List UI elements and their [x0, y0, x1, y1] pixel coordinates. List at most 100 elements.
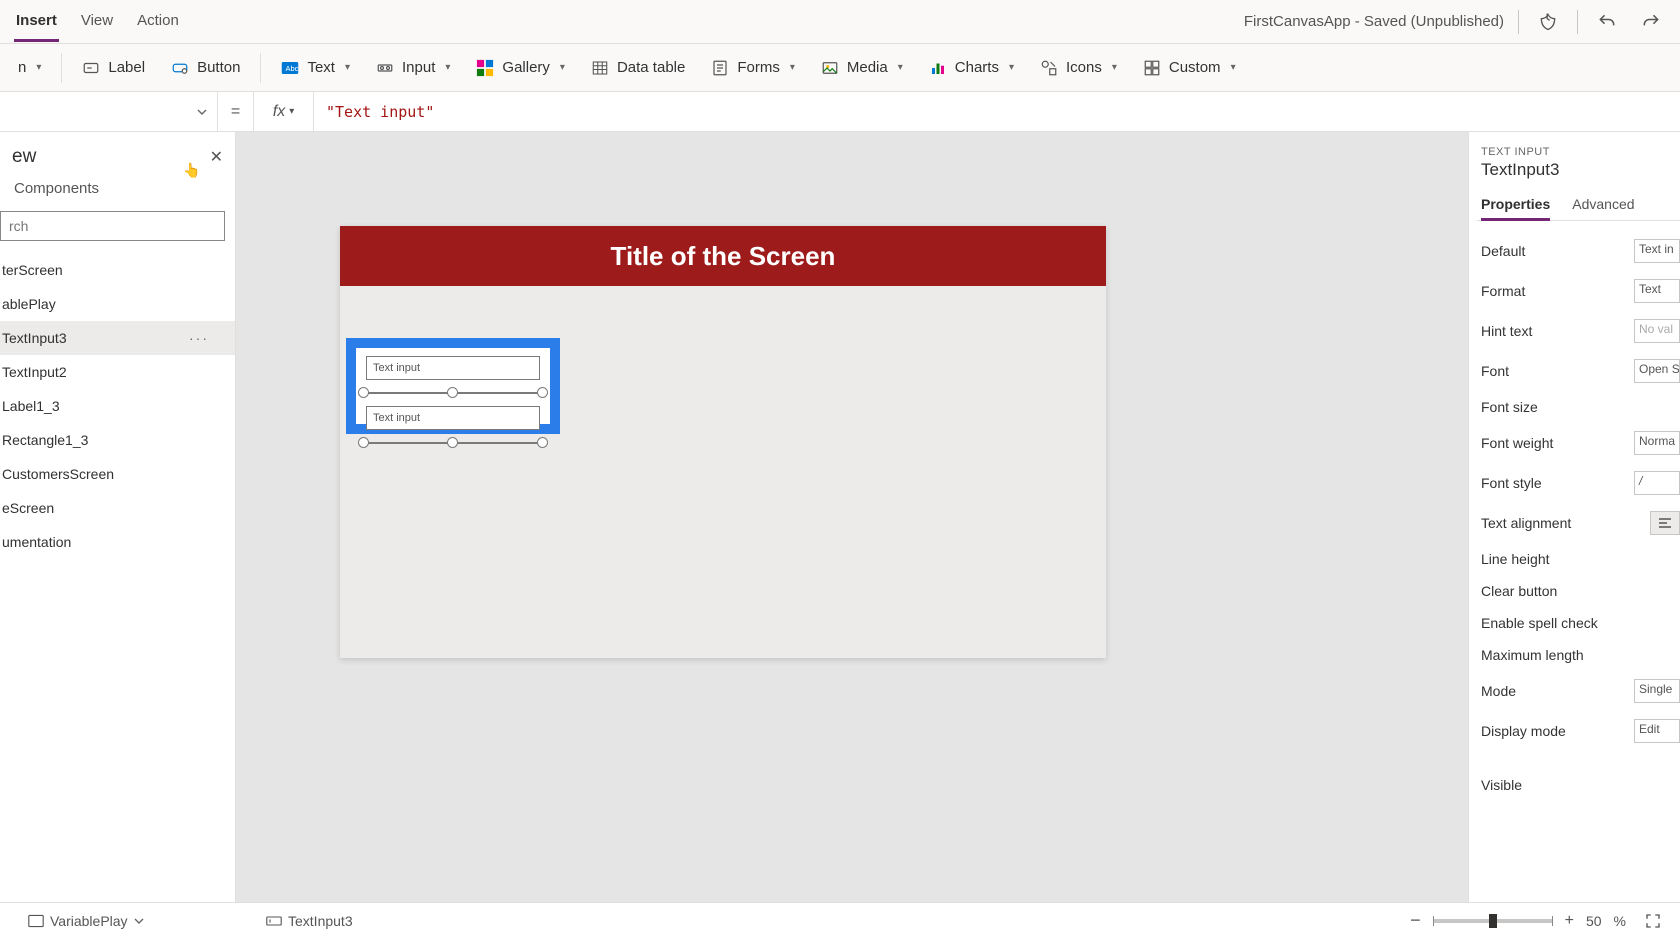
media-icon — [821, 59, 839, 77]
insert-charts-dropdown[interactable]: Charts▾ — [919, 53, 1024, 83]
tree-item[interactable]: Rectangle1_3 — [0, 423, 235, 457]
properties-tab[interactable]: Properties — [1481, 190, 1550, 221]
fit-to-window-icon[interactable] — [1638, 906, 1668, 936]
insert-label-button[interactable]: Label — [72, 53, 155, 83]
canvas-screen[interactable]: Title of the Screen Text input Text inpu… — [340, 226, 1106, 658]
fx-button[interactable]: fx▾ — [254, 92, 314, 131]
tree-item[interactable]: umentation — [0, 525, 235, 559]
prop-label: Visible — [1481, 777, 1522, 793]
separator — [1518, 10, 1519, 34]
text-input-control[interactable]: Text input — [366, 356, 540, 380]
prop-value-input[interactable]: No val — [1634, 319, 1680, 343]
prop-label: Text alignment — [1481, 515, 1571, 531]
tree-item[interactable]: eScreen — [0, 491, 235, 525]
insert-ribbon: n▾ Label Button Abc Text▾ Input▾ Gallery… — [0, 44, 1680, 92]
property-selector[interactable] — [0, 92, 218, 131]
insert-input-dropdown[interactable]: Input▾ — [366, 53, 460, 83]
input-icon — [376, 59, 394, 77]
prop-label: Enable spell check — [1481, 615, 1598, 631]
prop-label: Format — [1481, 283, 1525, 299]
close-icon[interactable]: ✕ — [210, 147, 223, 167]
prop-label: Font — [1481, 363, 1509, 379]
tree-view-title: ew — [12, 146, 36, 168]
breadcrumb-screen[interactable]: VariablePlay — [22, 911, 150, 931]
forms-icon — [711, 59, 729, 77]
tree-tab-components[interactable]: Components — [0, 176, 235, 207]
prop-label: Display mode — [1481, 723, 1566, 739]
selection-handles[interactable] — [366, 386, 540, 400]
insert-text-dropdown[interactable]: Abc Text▾ — [271, 53, 360, 83]
menu-bar: Insert View Action FirstCanvasApp - Save… — [0, 0, 1680, 44]
tree-view-panel: ew ✕ 👆 Components terScreen ablePlay Tex… — [0, 132, 236, 902]
app-checker-icon[interactable] — [1533, 7, 1563, 37]
text-icon: Abc — [281, 59, 299, 77]
insert-media-dropdown[interactable]: Media▾ — [811, 53, 913, 83]
prop-label: Default — [1481, 243, 1525, 259]
zoom-in-button[interactable]: + — [1565, 912, 1574, 930]
tree-item[interactable]: CustomersScreen — [0, 457, 235, 491]
insert-custom-dropdown[interactable]: Custom▾ — [1133, 53, 1246, 83]
selected-control-textinput3[interactable]: Text input Text input — [346, 338, 560, 434]
equals-label: = — [218, 92, 254, 131]
new-screen-dropdown[interactable]: n▾ — [8, 53, 51, 82]
undo-icon[interactable] — [1592, 7, 1622, 37]
formula-input[interactable]: "Text input" — [314, 103, 1680, 121]
menu-tab-view[interactable]: View — [79, 2, 115, 42]
zoom-percent-label: % — [1614, 913, 1626, 929]
separator — [61, 53, 62, 83]
prop-label: Hint text — [1481, 323, 1532, 339]
workspace: ew ✕ 👆 Components terScreen ablePlay Tex… — [0, 132, 1680, 902]
prop-label: Font weight — [1481, 435, 1553, 451]
align-left-button[interactable] — [1650, 511, 1680, 535]
prop-value-input[interactable]: Edit — [1634, 719, 1680, 743]
canvas-area[interactable]: Title of the Screen Text input Text inpu… — [236, 132, 1468, 902]
properties-panel: TEXT INPUT TextInput3 Properties Advance… — [1468, 132, 1680, 902]
prop-value-input[interactable]: / — [1634, 471, 1680, 495]
insert-gallery-dropdown[interactable]: Gallery▾ — [466, 53, 575, 83]
control-type-label: TEXT INPUT — [1481, 146, 1680, 158]
control-name-label: TextInput3 — [1481, 160, 1680, 180]
zoom-value: 50 — [1586, 913, 1602, 929]
insert-button-button[interactable]: Button — [161, 53, 250, 83]
separator — [1577, 10, 1578, 34]
screen-title-label: Title of the Screen — [340, 226, 1106, 286]
insert-forms-dropdown[interactable]: Forms▾ — [701, 53, 805, 83]
tree-item[interactable]: ablePlay — [0, 287, 235, 321]
prop-value-input[interactable]: Open S — [1634, 359, 1680, 383]
tree-item[interactable]: Label1_3 — [0, 389, 235, 423]
breadcrumb-control[interactable]: TextInput3 — [260, 911, 359, 931]
prop-label: Clear button — [1481, 583, 1557, 599]
selection-handles[interactable] — [366, 436, 540, 450]
advanced-tab[interactable]: Advanced — [1572, 190, 1634, 220]
charts-icon — [929, 59, 947, 77]
datatable-icon — [591, 59, 609, 77]
app-title: FirstCanvasApp - Saved (Unpublished) — [1244, 13, 1504, 30]
zoom-out-button[interactable]: − — [1410, 910, 1421, 931]
tree-item[interactable]: terScreen — [0, 253, 235, 287]
prop-label: Font size — [1481, 399, 1538, 415]
prop-value-input[interactable]: Norma — [1634, 431, 1680, 455]
tree-list: terScreen ablePlay TextInput3 ··· TextIn… — [0, 253, 235, 902]
menu-tab-action[interactable]: Action — [135, 2, 181, 42]
button-icon — [171, 59, 189, 77]
insert-datatable-button[interactable]: Data table — [581, 53, 695, 83]
redo-icon[interactable] — [1636, 7, 1666, 37]
tree-item[interactable]: TextInput2 — [0, 355, 235, 389]
prop-label: Line height — [1481, 551, 1550, 567]
icons-icon — [1040, 59, 1058, 77]
prop-value-input[interactable]: Single — [1634, 679, 1680, 703]
tree-search-input[interactable] — [0, 211, 225, 241]
zoom-slider[interactable] — [1433, 919, 1553, 923]
prop-value-input[interactable]: Text in — [1634, 239, 1680, 263]
insert-icons-dropdown[interactable]: Icons▾ — [1030, 53, 1127, 83]
status-bar: VariablePlay TextInput3 − + 50 % — [0, 902, 1680, 938]
screen-icon — [28, 914, 44, 928]
text-input-control[interactable]: Text input — [366, 406, 540, 430]
tree-item-selected[interactable]: TextInput3 ··· — [0, 321, 235, 355]
menu-tab-insert[interactable]: Insert — [14, 2, 59, 42]
gallery-icon — [476, 59, 494, 77]
custom-icon — [1143, 59, 1161, 77]
prop-value-input[interactable]: Text — [1634, 279, 1680, 303]
prop-label: Maximum length — [1481, 647, 1584, 663]
more-icon[interactable]: ··· — [189, 330, 229, 346]
